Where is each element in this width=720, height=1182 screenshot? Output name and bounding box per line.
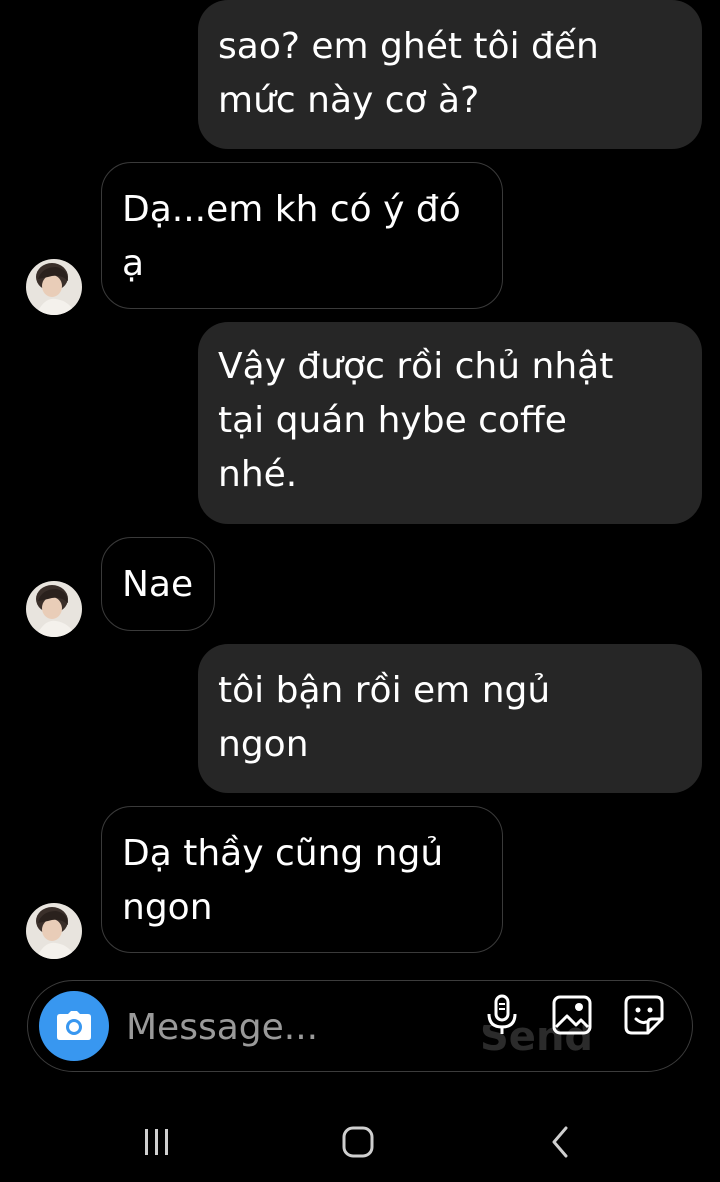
outgoing-message-bubble[interactable]: Vậy được rồi chủ nhật tại quán hybe coff… [198,322,702,524]
message-input[interactable] [126,999,376,1055]
contact-avatar[interactable] [26,581,82,637]
microphone-button[interactable] [480,993,524,1037]
contact-avatar[interactable] [26,259,82,315]
sticker-button[interactable] [622,993,666,1037]
system-navigation-bar [0,1100,720,1182]
home-icon [342,1126,374,1158]
camera-button[interactable] [39,991,109,1061]
home-button[interactable] [333,1120,383,1164]
incoming-message-bubble[interactable]: Nae [101,537,215,631]
camera-icon [57,1011,91,1040]
outgoing-message-bubble[interactable]: tôi bận rồi em ngủ ngon [198,644,702,793]
back-button[interactable] [535,1120,585,1164]
sticker-icon [624,995,664,1035]
back-icon [552,1126,568,1158]
message-composer: Send [27,980,693,1072]
microphone-icon [487,994,517,1034]
outgoing-message-bubble[interactable]: sao? em ghét tôi đến mức này cơ à? [198,0,702,149]
gallery-button[interactable] [550,993,594,1037]
contact-avatar[interactable] [26,903,82,959]
incoming-message-bubble[interactable]: Dạ...em kh có ý đó ạ [101,162,503,309]
gallery-icon [552,995,592,1035]
incoming-message-bubble[interactable]: Dạ thầy cũng ngủ ngon [101,806,503,953]
recent-apps-button[interactable] [132,1120,182,1164]
recent-apps-icon [145,1129,168,1155]
message-thread: sao? em ghét tôi đến mức này cơ à? Dạ...… [0,0,720,970]
